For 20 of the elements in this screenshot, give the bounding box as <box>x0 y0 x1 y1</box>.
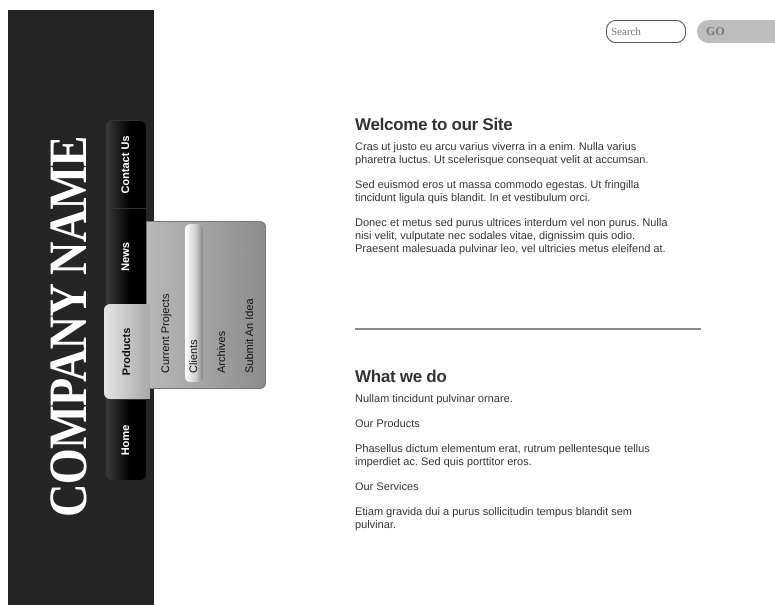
paragraph: Phasellus dictum elementum erat, rutrum pellentesque tellus imperdiet ac. Sed quis porttitor eros. <box>355 443 651 469</box>
paragraph: Sed euismod eros ut massa commodo egestas. Ut fringilla tincidunt ligula quis blandit. In et vestibulum orci. <box>355 179 640 205</box>
section-heading: What we do <box>355 367 448 387</box>
paragraph: Nullam tincidunt pulvinar ornare. <box>355 393 514 406</box>
search-field[interactable]: Search <box>606 20 686 43</box>
nav-tab[interactable]: Home <box>106 399 146 480</box>
paragraph: Cras ut justo eu arcu varius viverra in a enim. Nulla varius pharetra luctus. Ut scelerisque consequat velit at accumsan. <box>355 141 650 167</box>
section-heading: Welcome to our Site <box>355 115 514 135</box>
submenu-item[interactable]: Archives <box>213 224 231 382</box>
submenu-item[interactable]: Submit An Idea <box>241 224 259 382</box>
paragraph: Our Services <box>355 481 420 494</box>
paragraph: Etiam gravida dui a purus sollicitudin tempus blandit sem pulvinar. <box>355 506 633 532</box>
submenu-item[interactable]: Clients <box>185 224 203 382</box>
paragraph: Donec et metus sed purus ultrices interdum vel non purus. Nulla nisi velit, vulputate nec sodales vitae, dignissim quis odio. Praesent malesuada pulvinar leo, vel ultricies metus eleifend at. <box>355 217 668 256</box>
nav-tab[interactable]: Products <box>104 304 150 399</box>
nav-tab[interactable]: News <box>106 208 146 304</box>
company-name: COMPANY NAME <box>38 136 98 517</box>
paragraph: Our Products <box>355 418 421 431</box>
submenu-item[interactable]: Current Projects <box>157 224 175 382</box>
nav-tab[interactable]: Contact Us <box>106 120 146 208</box>
